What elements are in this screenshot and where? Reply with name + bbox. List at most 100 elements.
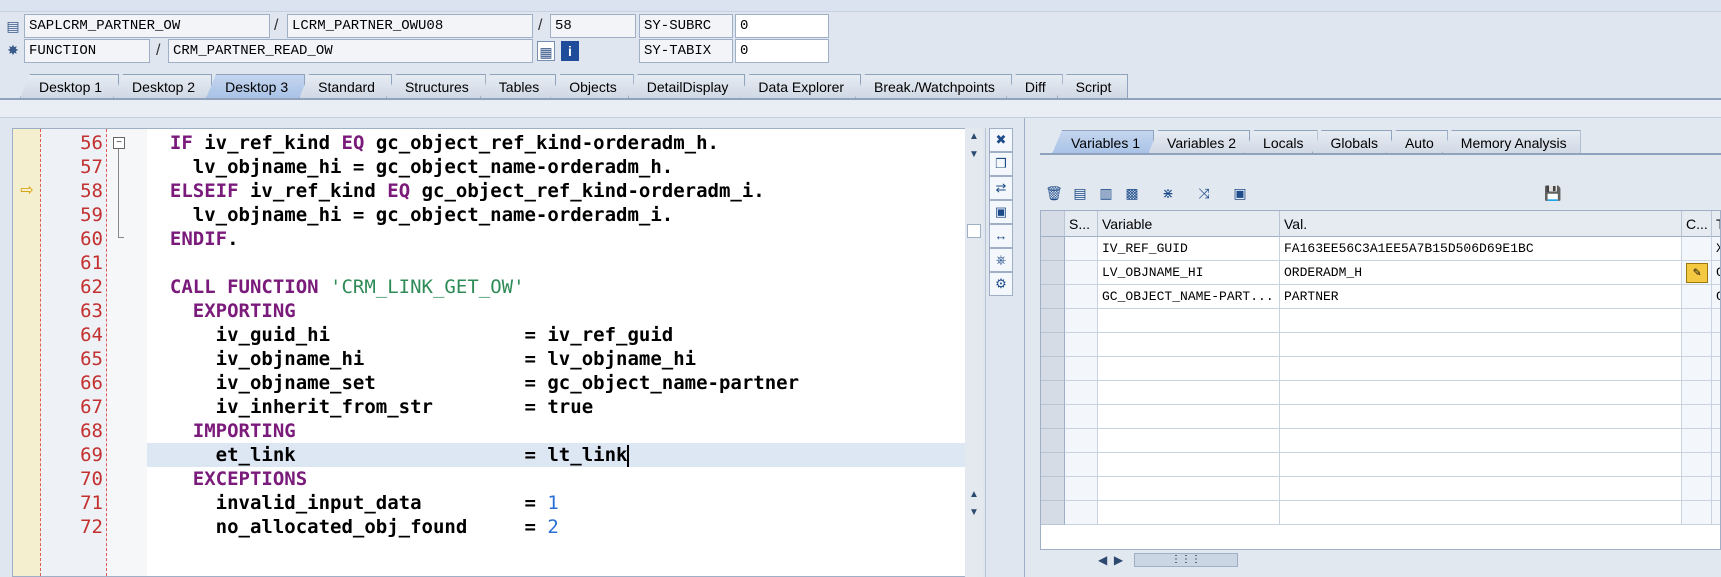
settings-tool-icon[interactable]: ⚙ xyxy=(989,272,1013,296)
select-all-corner[interactable] xyxy=(1041,211,1065,237)
code-line[interactable]: CALL FUNCTION 'CRM_LINK_GET_OW' xyxy=(147,274,525,300)
code-line[interactable]: iv_inherit_from_str = true xyxy=(147,394,594,420)
tab-data-explorer[interactable]: Data Explorer xyxy=(739,74,862,98)
variable-cell[interactable] xyxy=(1098,477,1280,501)
variable-cell[interactable] xyxy=(1098,381,1280,405)
code-line[interactable]: invalid_input_data = 1 xyxy=(147,490,559,516)
tab-diff[interactable]: Diff xyxy=(1005,74,1063,98)
value-cell[interactable] xyxy=(1280,357,1682,381)
value-cell[interactable]: FA163EE56C3A1EE5A7B15D506D69E1BC xyxy=(1280,237,1682,261)
code-line[interactable]: iv_objname_set = gc_object_name-partner xyxy=(147,370,799,396)
new-window-icon[interactable]: ❐ xyxy=(989,152,1013,176)
services-icon[interactable]: ⎈ xyxy=(989,248,1013,272)
scroll-down-small-icon[interactable]: ▼ xyxy=(967,148,981,162)
row-selector[interactable] xyxy=(1041,285,1065,309)
column-header-change[interactable]: C... xyxy=(1682,211,1712,237)
variable-cell[interactable] xyxy=(1098,429,1280,453)
horizontal-scroll-thumb[interactable]: ⋮⋮⋮ xyxy=(1134,553,1238,567)
save-icon[interactable]: 💾 xyxy=(1542,182,1564,204)
row-selector[interactable] xyxy=(1041,501,1065,525)
variable-cell[interactable]: IV_REF_GUID xyxy=(1098,237,1280,261)
edit-pencil-icon[interactable]: ✎ xyxy=(1686,263,1708,283)
swap-tool-icon[interactable]: ⇄ xyxy=(989,176,1013,200)
navigate-icon[interactable]: ⤨ xyxy=(1193,182,1215,204)
value-cell[interactable] xyxy=(1280,501,1682,525)
tab-structures[interactable]: Structures xyxy=(385,74,486,98)
value-cell[interactable] xyxy=(1280,453,1682,477)
scroll-bottom-icon[interactable]: ▼ xyxy=(967,506,981,520)
value-cell[interactable] xyxy=(1280,381,1682,405)
row-selector[interactable] xyxy=(1041,309,1065,333)
code-line[interactable]: EXPORTING xyxy=(147,298,296,324)
sy-tabix-value[interactable]: 0 xyxy=(735,39,829,63)
variable-cell[interactable] xyxy=(1098,357,1280,381)
value-cell[interactable]: PARTNER xyxy=(1280,285,1682,309)
code-line[interactable]: ELSEIF iv_ref_kind EQ gc_object_ref_kind… xyxy=(147,178,765,204)
remove-row-icon[interactable]: ▩ xyxy=(1121,182,1143,204)
row-selector[interactable] xyxy=(1041,357,1065,381)
column-header-type[interactable]: T xyxy=(1712,211,1720,237)
tab-script[interactable]: Script xyxy=(1056,74,1129,98)
var-tab-globals[interactable]: Globals xyxy=(1311,130,1392,154)
row-selector[interactable] xyxy=(1041,405,1065,429)
code-line[interactable]: lv_objname_hi = gc_object_name-orderadm_… xyxy=(147,202,673,228)
source-editor[interactable]: − 56 IF iv_ref_kind EQ gc_object_ref_kin… xyxy=(12,128,967,577)
variable-cell[interactable] xyxy=(1098,453,1280,477)
variable-cell[interactable]: LV_OBJNAME_HI xyxy=(1098,261,1280,285)
append-row-icon[interactable]: ▥ xyxy=(1095,182,1117,204)
variable-cell[interactable] xyxy=(1098,405,1280,429)
delete-icon[interactable]: 🗑 xyxy=(1043,182,1065,204)
code-line[interactable]: lv_objname_hi = gc_object_name-orderadm_… xyxy=(147,154,673,180)
column-header-variable[interactable]: Variable xyxy=(1098,211,1280,237)
tab-detaildisplay[interactable]: DetailDisplay xyxy=(627,74,746,98)
tab-objects[interactable]: Objects xyxy=(550,74,634,98)
code-line[interactable]: no_allocated_obj_found = 2 xyxy=(147,514,559,540)
column-header-status[interactable]: S... xyxy=(1065,211,1098,237)
row-selector[interactable] xyxy=(1041,453,1065,477)
tab-standard[interactable]: Standard xyxy=(299,74,392,98)
variable-cell[interactable] xyxy=(1098,309,1280,333)
value-cell[interactable]: ORDERADM_H xyxy=(1280,261,1682,285)
code-line[interactable]: iv_objname_hi = lv_objname_hi xyxy=(147,346,696,372)
variable-cell[interactable] xyxy=(1098,501,1280,525)
code-line[interactable]: et_link = lt_link xyxy=(147,442,630,468)
row-selector[interactable] xyxy=(1041,237,1065,261)
value-cell[interactable] xyxy=(1280,309,1682,333)
row-selector[interactable] xyxy=(1041,333,1065,357)
var-tab-locals[interactable]: Locals xyxy=(1244,130,1318,154)
var-tab-auto[interactable]: Auto xyxy=(1385,130,1448,154)
info-icon[interactable]: i xyxy=(561,41,579,61)
code-line[interactable]: IF iv_ref_kind EQ gc_object_ref_kind-ord… xyxy=(147,130,719,156)
hierarchy-icon[interactable]: ⋇ xyxy=(1157,182,1179,204)
row-selector[interactable] xyxy=(1041,381,1065,405)
value-cell[interactable] xyxy=(1280,333,1682,357)
sy-subrc-value[interactable]: 0 xyxy=(735,14,829,38)
row-selector[interactable] xyxy=(1041,477,1065,501)
code-line[interactable]: ENDIF. xyxy=(147,226,239,252)
detail-icon[interactable]: ▤ xyxy=(1069,182,1091,204)
variable-settings-icon[interactable]: ▣ xyxy=(1229,182,1251,204)
code-line[interactable]: EXCEPTIONS xyxy=(147,466,307,492)
var-tab-memory-analysis[interactable]: Memory Analysis xyxy=(1441,130,1581,154)
close-icon[interactable]: ✖ xyxy=(989,128,1013,152)
scroll-top-icon[interactable]: ▲ xyxy=(967,130,981,144)
value-cell[interactable] xyxy=(1280,405,1682,429)
code-line[interactable]: IMPORTING xyxy=(147,418,296,444)
var-tab-variables-2[interactable]: Variables 2 xyxy=(1148,130,1251,154)
tab-desktop-2[interactable]: Desktop 2 xyxy=(113,74,213,98)
variable-cell[interactable]: GC_OBJECT_NAME-PART... xyxy=(1098,285,1280,309)
var-tab-variables-1[interactable]: Variables 1 xyxy=(1052,130,1155,154)
variable-cell[interactable] xyxy=(1098,333,1280,357)
scroll-up-icon[interactable]: ▲ xyxy=(967,488,981,502)
table-icon[interactable]: ▦ xyxy=(537,41,555,61)
row-selector[interactable] xyxy=(1041,261,1065,285)
maximize-icon[interactable]: ▣ xyxy=(989,200,1013,224)
collapse-icon[interactable]: − xyxy=(113,137,125,149)
expand-horizontal-icon[interactable]: ↔ xyxy=(989,224,1013,248)
row-selector[interactable] xyxy=(1041,429,1065,453)
value-cell[interactable] xyxy=(1280,429,1682,453)
code-line[interactable]: iv_guid_hi = iv_ref_guid xyxy=(147,322,674,348)
tab-break-watchpoints[interactable]: Break./Watchpoints xyxy=(855,74,1012,98)
value-cell[interactable] xyxy=(1280,477,1682,501)
column-header-value[interactable]: Val. xyxy=(1280,211,1682,237)
